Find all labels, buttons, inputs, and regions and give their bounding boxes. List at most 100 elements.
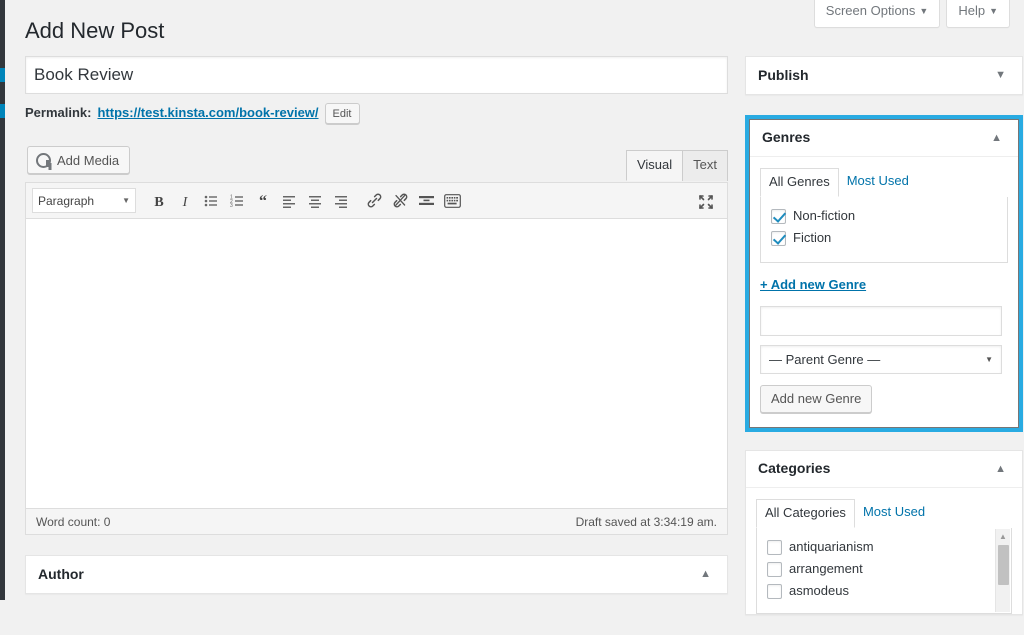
bold-icon[interactable]: B [146, 188, 171, 213]
numbered-list-icon[interactable]: 1 2 3 [224, 188, 249, 213]
chevron-down-icon: ▼ [919, 6, 928, 16]
svg-text:I: I [181, 195, 188, 209]
align-center-icon[interactable] [302, 188, 327, 213]
categories-panel: Categories ▲ All Categories Most Used an… [745, 450, 1023, 615]
admin-menu-accent-1 [0, 68, 5, 82]
add-media-button[interactable]: Add Media [27, 146, 130, 174]
publish-panel: Publish ▼ [745, 56, 1023, 95]
page-title: Add New Post [25, 17, 164, 46]
svg-text:“: “ [259, 193, 267, 209]
italic-icon[interactable]: I [172, 188, 197, 213]
publish-panel-title: Publish [758, 66, 809, 86]
genres-panel: Genres ▲ All Genres Most Used Non-fictio… [749, 119, 1019, 428]
toolbar-toggle-icon[interactable] [440, 188, 465, 213]
category-checkbox-row[interactable]: arrangement [767, 558, 1003, 580]
author-panel: Author ▲ [25, 555, 728, 594]
bulleted-list-icon[interactable] [198, 188, 223, 213]
insert-read-more-icon[interactable] [414, 188, 439, 213]
genre-label-fiction: Fiction [793, 227, 831, 249]
scroll-up-arrow-icon[interactable]: ▲ [996, 529, 1010, 544]
help-label: Help [958, 3, 985, 18]
author-panel-title: Author [38, 565, 84, 585]
svg-text:3: 3 [230, 203, 233, 209]
draft-saved-status: Draft saved at 3:34:19 am. [576, 515, 717, 529]
post-body-main-column: Permalink: https://test.kinsta.com/book-… [25, 56, 728, 614]
tab-text[interactable]: Text [682, 150, 728, 181]
category-label-antiquarianism: antiquarianism [789, 536, 874, 558]
screen-options-button[interactable]: Screen Options▼ [814, 0, 941, 28]
tab-most-used-genres[interactable]: Most Used [839, 168, 917, 197]
editor-mode-tabs: Visual Text [626, 150, 728, 181]
add-new-genre-link[interactable]: + Add new Genre [760, 277, 866, 292]
genre-checkbox-row[interactable]: Fiction [771, 227, 999, 249]
add-new-genre-section: + Add new Genre — Parent Genre — ▼ Add n… [750, 263, 1018, 427]
genres-tabs: All Genres Most Used [760, 168, 1008, 198]
tab-all-categories[interactable]: All Categories [756, 499, 855, 528]
screen-meta-links: Screen Options▼ Help▼ [814, 0, 1010, 28]
svg-text:B: B [154, 195, 163, 209]
insert-link-icon[interactable] [362, 188, 387, 213]
genre-checkbox-fiction[interactable] [771, 231, 786, 246]
chevron-down-icon: ▼ [985, 355, 993, 364]
fullscreen-icon[interactable] [693, 189, 718, 214]
categories-checklist: antiquarianism arrangement asmodeus ▲ [756, 528, 1012, 614]
category-checkbox-antiquarianism[interactable] [767, 540, 782, 555]
chevron-up-icon[interactable]: ▲ [991, 460, 1010, 479]
new-genre-name-input[interactable] [760, 306, 1002, 336]
category-label-arrangement: arrangement [789, 558, 863, 580]
add-new-genre-button[interactable]: Add new Genre [760, 385, 872, 413]
genre-label-non-fiction: Non-fiction [793, 205, 855, 227]
admin-menu-accent-2 [0, 104, 5, 118]
genres-panel-focus-ring: Genres ▲ All Genres Most Used Non-fictio… [745, 115, 1023, 432]
word-count: Word count: 0 [36, 515, 110, 529]
align-left-icon[interactable] [276, 188, 301, 213]
permalink-row: Permalink: https://test.kinsta.com/book-… [25, 101, 728, 125]
author-panel-header[interactable]: Author ▲ [26, 556, 727, 593]
categories-tabs: All Categories Most Used [756, 499, 1012, 529]
chevron-down-icon[interactable]: ▼ [991, 66, 1010, 85]
categories-panel-header[interactable]: Categories ▲ [746, 451, 1022, 488]
add-media-icon [36, 153, 52, 167]
align-right-icon[interactable] [328, 188, 353, 213]
genres-checklist: Non-fiction Fiction [760, 197, 1008, 263]
post-title-area: Permalink: https://test.kinsta.com/book-… [25, 56, 728, 125]
genre-checkbox-non-fiction[interactable] [771, 209, 786, 224]
remove-link-icon[interactable] [388, 188, 413, 213]
tab-all-genres[interactable]: All Genres [760, 168, 839, 197]
editor-content-area[interactable] [25, 219, 728, 509]
genre-checkbox-row[interactable]: Non-fiction [771, 205, 999, 227]
paragraph-format-select[interactable]: Paragraph ▼ [32, 188, 136, 213]
genres-panel-header[interactable]: Genres ▲ [750, 120, 1018, 157]
parent-genre-value: — Parent Genre — [769, 352, 880, 367]
chevron-down-icon: ▼ [122, 196, 130, 205]
publish-panel-header[interactable]: Publish ▼ [746, 57, 1022, 94]
blockquote-icon[interactable]: “ [250, 188, 275, 213]
add-media-label: Add Media [57, 153, 119, 168]
parent-genre-select[interactable]: — Parent Genre — ▼ [760, 345, 1002, 374]
post-body-side-column: Publish ▼ Genres ▲ All Genres Most Used [745, 56, 1023, 635]
paragraph-format-value: Paragraph [38, 194, 94, 208]
screen-options-label: Screen Options [826, 3, 916, 18]
editor-formatting-toolbar: Paragraph ▼ B I 1 [25, 182, 728, 219]
chevron-up-icon[interactable]: ▲ [696, 565, 715, 584]
edit-permalink-button[interactable]: Edit [325, 103, 360, 124]
category-checkbox-row[interactable]: antiquarianism [767, 536, 1003, 558]
categories-panel-title: Categories [758, 459, 830, 479]
category-checkbox-arrangement[interactable] [767, 562, 782, 577]
editor-top-bar: Add Media Visual Text [25, 141, 728, 182]
tab-visual[interactable]: Visual [626, 150, 682, 181]
post-title-input[interactable] [25, 56, 728, 94]
help-button[interactable]: Help ▼ [946, 0, 1010, 28]
category-checkbox-asmodeus[interactable] [767, 584, 782, 599]
chevron-down-icon: ▼ [989, 6, 998, 16]
admin-menu-rail[interactable] [0, 0, 5, 600]
category-checkbox-row[interactable]: asmodeus [767, 580, 1003, 602]
genres-panel-title: Genres [762, 128, 810, 148]
editor-status-bar: Word count: 0 Draft saved at 3:34:19 am. [25, 509, 728, 535]
post-editor: Add Media Visual Text Paragraph ▼ B I [25, 141, 728, 535]
categories-scrollbar-thumb[interactable] [998, 545, 1009, 585]
tab-most-used-categories[interactable]: Most Used [855, 499, 933, 528]
permalink-link[interactable]: https://test.kinsta.com/book-review/ [97, 101, 318, 125]
permalink-label: Permalink: [25, 101, 91, 125]
chevron-up-icon[interactable]: ▲ [987, 129, 1006, 148]
